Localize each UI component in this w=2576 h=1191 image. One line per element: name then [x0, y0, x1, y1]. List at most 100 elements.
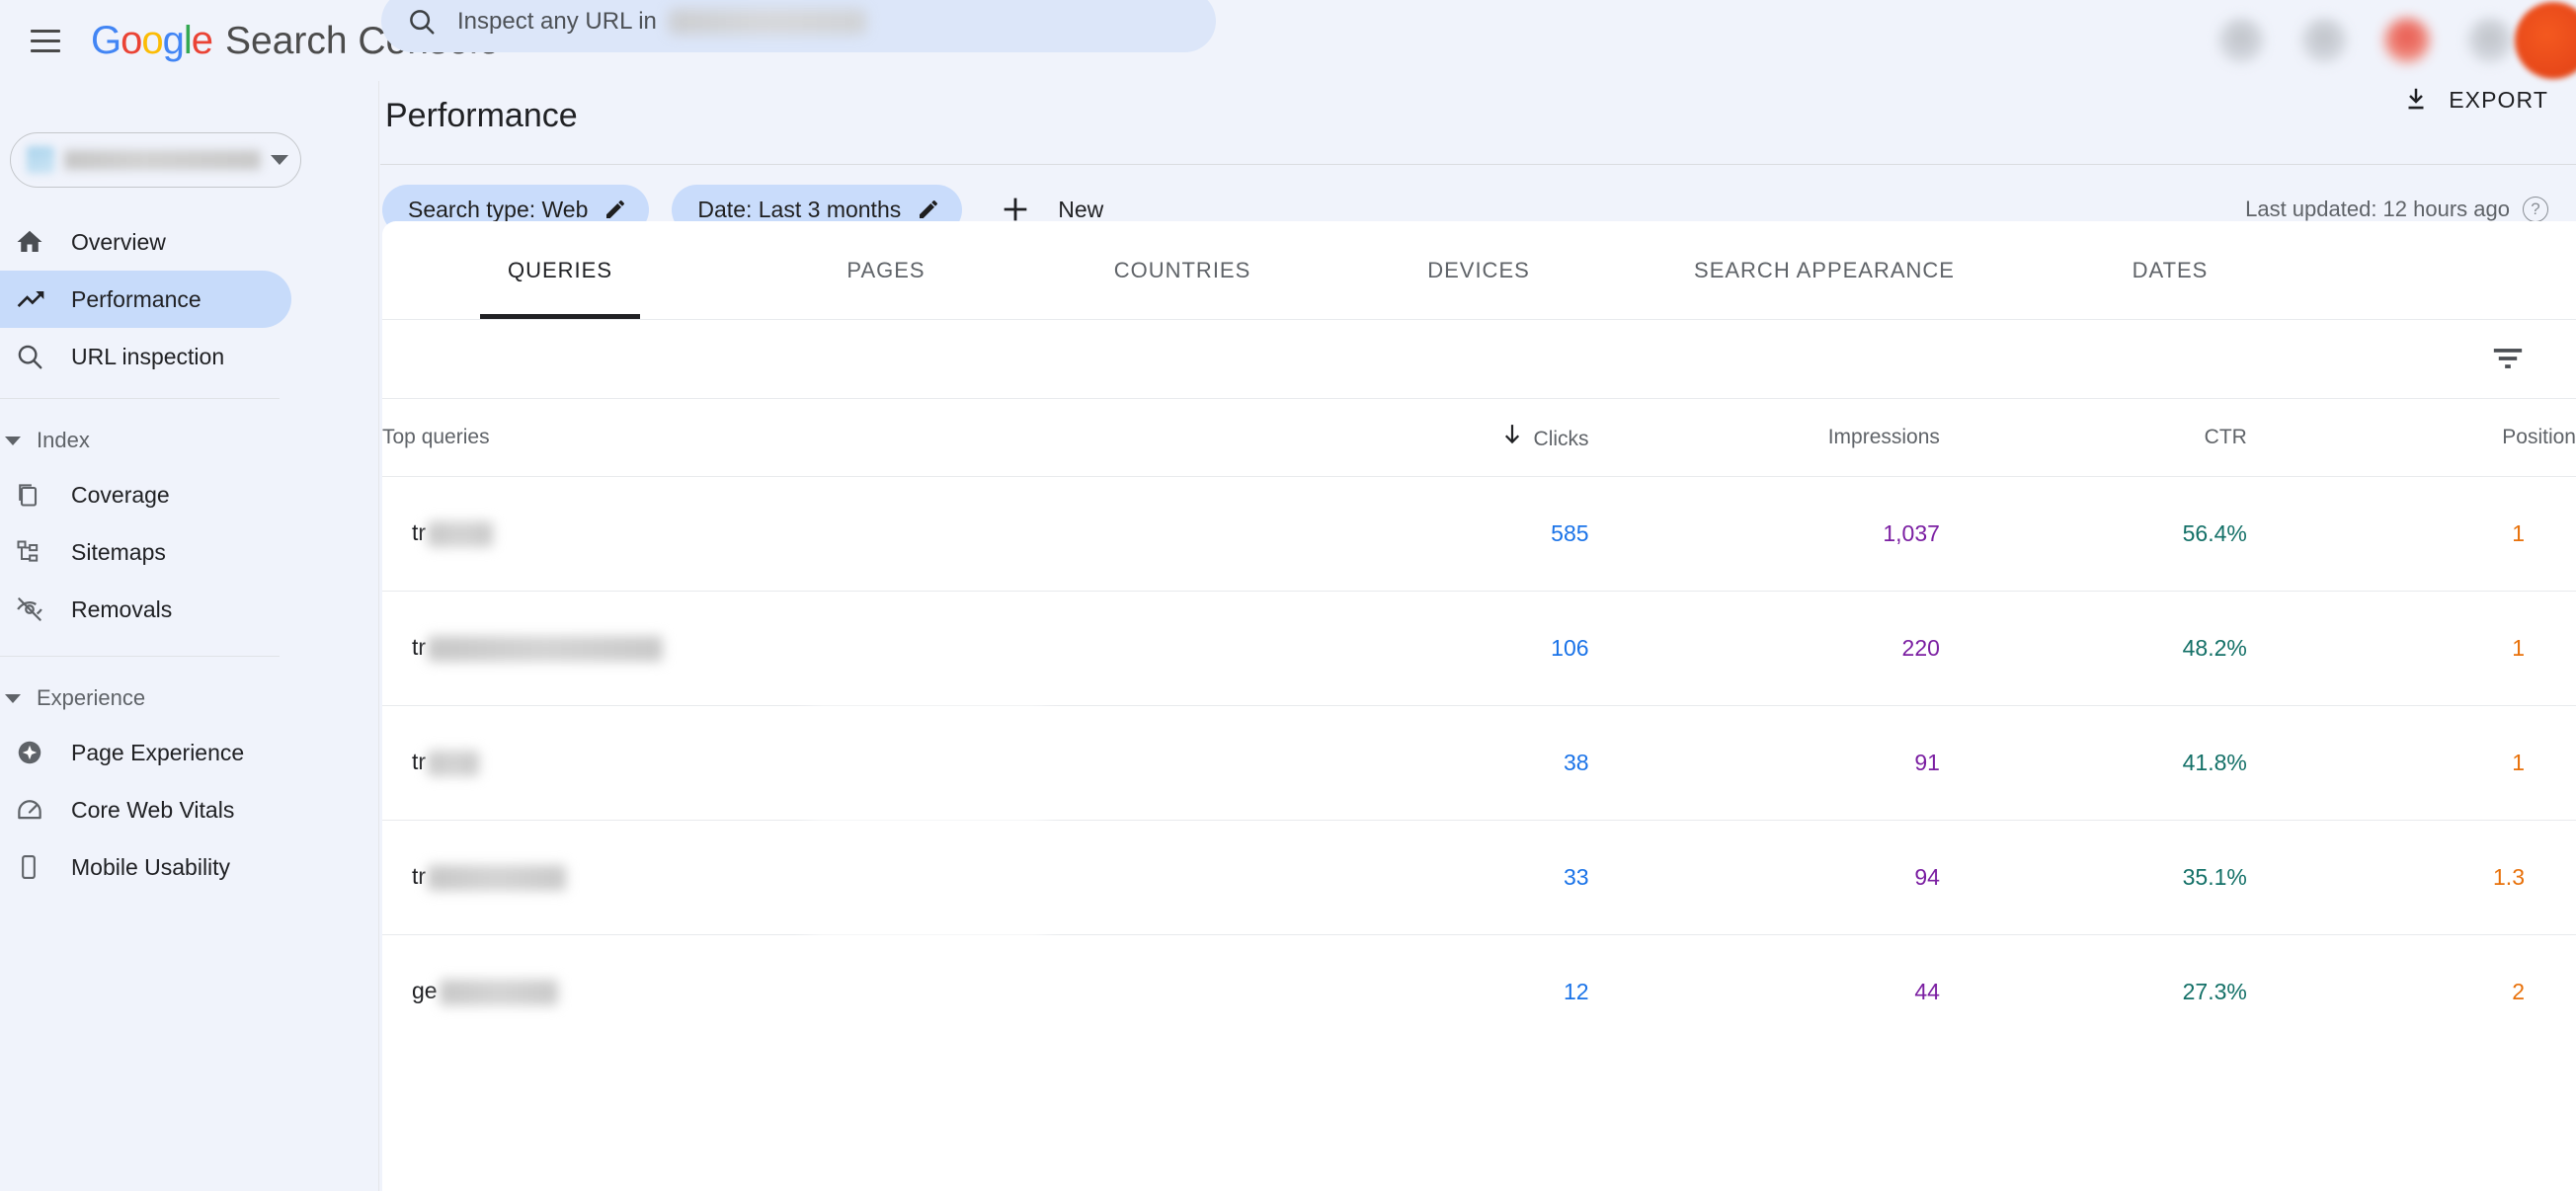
pages-icon	[15, 481, 62, 509]
speedometer-icon	[15, 795, 62, 825]
sidebar-group-label: Experience	[37, 685, 145, 711]
last-updated: Last updated: 12 hours ago ?	[2245, 197, 2548, 222]
help-icon[interactable]: ?	[2523, 197, 2548, 222]
sidebar-item-label: Sitemaps	[71, 539, 166, 566]
table-row[interactable]: tr10622048.2%1	[382, 591, 2576, 705]
last-updated-text: Last updated: 12 hours ago	[2245, 197, 2510, 222]
query-text: ge	[412, 978, 438, 1003]
tab-devices[interactable]: DEVICES	[1330, 221, 1627, 319]
sidebar-item-sitemaps[interactable]: Sitemaps	[0, 523, 378, 581]
sidebar-group-index[interactable]: Index	[0, 415, 378, 466]
query-text: tr	[412, 863, 426, 889]
home-icon	[15, 227, 62, 257]
cell-position: 1	[2247, 705, 2576, 820]
sidebar-item-label: URL inspection	[71, 344, 224, 370]
query-redacted	[440, 980, 558, 1005]
menu-icon[interactable]	[18, 13, 73, 68]
property-favicon	[27, 146, 54, 174]
new-label: New	[1058, 197, 1103, 223]
cell-query[interactable]: ge	[382, 934, 1238, 1049]
performance-card: QUERIES PAGES COUNTRIES DEVICES SEARCH A…	[382, 221, 2576, 1191]
cell-ctr: 48.2%	[1940, 591, 2247, 705]
url-inspection-search-bar[interactable]: Inspect any URL in	[381, 0, 1216, 52]
mobile-icon	[15, 853, 62, 881]
query-text: tr	[412, 749, 426, 774]
cell-impressions: 44	[1589, 934, 1940, 1049]
sidebar-item-performance[interactable]: Performance	[0, 271, 291, 328]
cell-query[interactable]: tr	[382, 476, 1238, 591]
header-icon-2[interactable]	[2301, 18, 2347, 63]
sidebar-item-mobile-usability[interactable]: Mobile Usability	[0, 838, 378, 896]
query-redacted	[428, 636, 663, 662]
google-logo: Google	[91, 19, 212, 63]
sidebar-item-page-experience[interactable]: Page Experience	[0, 724, 378, 781]
avatar[interactable]	[2515, 2, 2576, 79]
header-icon-1[interactable]	[2218, 18, 2264, 63]
sidebar-group-experience[interactable]: Experience	[0, 673, 378, 724]
cell-position: 2	[2247, 934, 2576, 1049]
sidebar-item-label: Mobile Usability	[71, 854, 230, 881]
query-redacted	[428, 865, 566, 891]
download-icon	[2401, 85, 2431, 115]
eye-off-icon	[15, 595, 62, 624]
property-selector[interactable]	[10, 132, 301, 188]
chip-label: Date: Last 3 months	[697, 197, 901, 223]
sidebar-item-core-web-vitals[interactable]: Core Web Vitals	[0, 781, 378, 838]
column-header-clicks[interactable]: Clicks	[1238, 399, 1588, 476]
table-row[interactable]: tr339435.1%1.3	[382, 820, 2576, 934]
cell-ctr: 56.4%	[1940, 476, 2247, 591]
export-button[interactable]: EXPORT	[2401, 85, 2548, 115]
sidebar-item-label: Coverage	[71, 482, 170, 509]
main-content: Performance EXPORT Search type: Web Date…	[380, 81, 2576, 1191]
sidebar-divider	[0, 656, 280, 657]
page-title: Performance	[385, 97, 578, 135]
tab-queries[interactable]: QUERIES	[382, 221, 738, 319]
sidebar-item-removals[interactable]: Removals	[0, 581, 378, 638]
sidebar-item-overview[interactable]: Overview	[0, 213, 378, 271]
page-header: Performance EXPORT	[380, 81, 2576, 150]
chevron-down-icon	[5, 694, 21, 703]
column-header-position[interactable]: Position	[2247, 399, 2576, 476]
tab-dates[interactable]: DATES	[2022, 221, 2318, 319]
cell-query[interactable]: tr	[382, 820, 1238, 934]
header-icon-notifications[interactable]	[2384, 18, 2430, 63]
column-header-impressions[interactable]: Impressions	[1589, 399, 1940, 476]
sitemap-icon	[15, 538, 62, 566]
sidebar-item-coverage[interactable]: Coverage	[0, 466, 378, 523]
tab-pages[interactable]: PAGES	[738, 221, 1034, 319]
table-toolbar	[382, 320, 2576, 399]
table-row[interactable]: tr389141.8%1	[382, 705, 2576, 820]
query-text: tr	[412, 634, 426, 660]
query-text: tr	[412, 519, 426, 545]
search-icon	[407, 7, 437, 37]
tab-countries[interactable]: COUNTRIES	[1034, 221, 1330, 319]
search-console-app: Google Search Console Inspect any URL in	[0, 0, 2576, 1191]
table-row[interactable]: tr5851,03756.4%1	[382, 476, 2576, 591]
table-head: Top queries Clicks Impressions CTR Posit…	[382, 399, 2576, 476]
tab-search-appearance[interactable]: SEARCH APPEARANCE	[1627, 221, 2022, 319]
table-header-row: Top queries Clicks Impressions CTR Posit…	[382, 399, 2576, 476]
property-url-redacted	[64, 150, 261, 170]
column-header-ctr[interactable]: CTR	[1940, 399, 2247, 476]
cell-clicks: 12	[1238, 934, 1588, 1049]
cell-clicks: 106	[1238, 591, 1588, 705]
header-icon-apps[interactable]	[2467, 18, 2513, 63]
column-header-query[interactable]: Top queries	[382, 399, 1238, 476]
cell-query[interactable]: tr	[382, 705, 1238, 820]
performance-table: Top queries Clicks Impressions CTR Posit…	[382, 399, 2576, 1049]
cell-impressions: 91	[1589, 705, 1940, 820]
filter-list-icon[interactable]	[2491, 346, 2525, 371]
tab-bar: QUERIES PAGES COUNTRIES DEVICES SEARCH A…	[382, 221, 2576, 319]
search-icon	[15, 342, 62, 371]
sidebar-item-url-inspection[interactable]: URL inspection	[0, 328, 378, 385]
cell-ctr: 27.3%	[1940, 934, 2247, 1049]
cell-query[interactable]: tr	[382, 591, 1238, 705]
cell-position: 1.3	[2247, 820, 2576, 934]
table-row[interactable]: ge 124427.3%2	[382, 934, 2576, 1049]
redacted-property-url	[669, 9, 866, 35]
cell-ctr: 41.8%	[1940, 705, 2247, 820]
export-label: EXPORT	[2449, 87, 2548, 114]
cell-position: 1	[2247, 591, 2576, 705]
chevron-down-icon	[271, 155, 288, 165]
top-app-bar: Google Search Console Inspect any URL in	[0, 0, 2576, 81]
